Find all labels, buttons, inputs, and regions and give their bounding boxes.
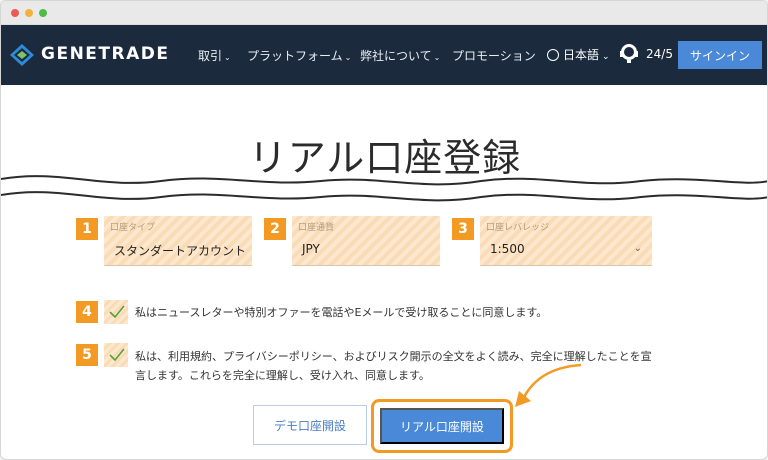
terms-consent-checkbox[interactable]: [104, 343, 128, 367]
language-label: 日本語: [563, 48, 600, 62]
torn-edge-divider: [1, 175, 767, 209]
window-titlebar: [1, 1, 767, 25]
nav-item-platforms[interactable]: プラットフォーム ⌄: [247, 47, 351, 64]
signin-button[interactable]: サインイン: [678, 41, 762, 69]
maximize-window-button[interactable]: [39, 9, 47, 17]
real-account-highlight: リアル口座開設: [371, 399, 513, 453]
step-badge: 4: [76, 301, 98, 323]
nav-item-promotions[interactable]: プロモーション: [452, 47, 536, 64]
field-label: 口座通貨: [298, 223, 335, 233]
open-real-account-button[interactable]: リアル口座開設: [380, 408, 504, 444]
chevron-down-icon: ⌄: [433, 53, 441, 62]
field-value: 1:500: [490, 242, 525, 256]
language-selector[interactable]: 日本語 ⌄: [547, 46, 610, 63]
browser-window: GENETRADE 取引 ⌄ プラットフォーム ⌄ 弊社について ⌄ プロモーション …: [0, 0, 768, 460]
chevron-down-icon: ⌄: [633, 243, 642, 254]
brand-name[interactable]: GENETRADE: [41, 44, 169, 64]
minimize-window-button[interactable]: [25, 9, 33, 17]
newsletter-consent-text: 私はニュースレターや特別オファーを電話やEメールで受け取ることに同意します。: [135, 306, 548, 319]
account-type-field[interactable]: 口座タイプ スタンダートアカウント: [104, 216, 252, 266]
chevron-down-icon: ⌄: [344, 53, 352, 62]
genetrade-logo-icon[interactable]: [9, 43, 35, 67]
nav-item-label: 取引: [198, 49, 223, 63]
step-badge: 3: [452, 218, 474, 240]
field-label: 口座タイプ: [110, 223, 156, 233]
account-currency-field[interactable]: 口座通貨 JPY: [292, 216, 440, 266]
nav-item-label: 弊社について: [360, 49, 432, 63]
chevron-down-icon: ⌄: [602, 52, 610, 62]
checkmark-icon: [109, 348, 125, 362]
field-value: スタンダートアカウント: [114, 244, 247, 258]
nav-item-about[interactable]: 弊社について ⌄: [360, 47, 440, 64]
close-window-button[interactable]: [11, 9, 19, 17]
step-badge: 5: [76, 344, 98, 366]
checkmark-icon: [109, 305, 125, 319]
nav-item-label: プラットフォーム: [247, 49, 343, 63]
headset-icon[interactable]: [619, 42, 639, 64]
open-demo-account-button[interactable]: デモ口座開設: [253, 405, 367, 445]
globe-icon: [547, 49, 559, 61]
newsletter-consent-checkbox[interactable]: [104, 300, 128, 324]
step-badge: 1: [76, 218, 98, 240]
chevron-down-icon: ⌄: [224, 53, 231, 62]
curved-arrow-icon: [515, 363, 582, 407]
nav-item-label: プロモーション: [452, 49, 536, 63]
account-leverage-select[interactable]: 口座レバレッジ 1:500 ⌄: [480, 216, 652, 266]
support-hours: 24/5: [646, 47, 673, 61]
step-badge: 2: [264, 218, 286, 240]
field-value: JPY: [302, 242, 320, 256]
top-navbar: GENETRADE 取引 ⌄ プラットフォーム ⌄ 弊社について ⌄ プロモーション …: [1, 25, 767, 85]
field-label: 口座レバレッジ: [486, 223, 550, 233]
nav-item-trading[interactable]: 取引 ⌄: [198, 47, 231, 64]
